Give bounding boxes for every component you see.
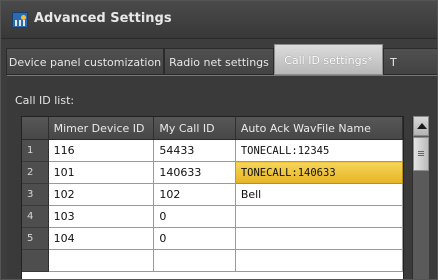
- wavfile-cell[interactable]: [235, 249, 403, 272]
- wavfile-cell-selected[interactable]: TONECALL:140633: [234, 161, 403, 184]
- row-number[interactable]: 1: [22, 139, 49, 162]
- call-id-cell[interactable]: 140633: [153, 161, 236, 184]
- wavfile-cell[interactable]: [235, 227, 403, 250]
- table-vertical-scrollbar[interactable]: [412, 116, 429, 279]
- call-id-cell[interactable]: [153, 249, 236, 272]
- column-header-device-id[interactable]: Mimer Device ID: [48, 117, 155, 140]
- table-row[interactable]: 4 103 0: [22, 205, 403, 228]
- call-id-table[interactable]: Mimer Device ID My Call ID Auto Ack WavF…: [21, 116, 404, 279]
- row-number[interactable]: 2: [22, 161, 49, 184]
- title-bar[interactable]: Advanced Settings: [1, 1, 437, 39]
- row-number[interactable]: [22, 249, 49, 272]
- tab-radio-net-settings[interactable]: Radio net settings: [164, 48, 274, 75]
- scroll-up-button[interactable]: [413, 116, 429, 136]
- row-number[interactable]: 5: [22, 227, 49, 250]
- call-id-list-label: Call ID list:: [15, 94, 75, 107]
- call-id-cell[interactable]: 0: [153, 227, 236, 250]
- arrow-up-icon: [417, 123, 427, 129]
- table-row[interactable]: 5 104 0: [22, 227, 403, 250]
- table-header-row: Mimer Device ID My Call ID Auto Ack WavF…: [22, 117, 403, 140]
- device-id-cell[interactable]: 116: [48, 139, 155, 162]
- table-row[interactable]: 3 102 102 Bell: [22, 183, 403, 206]
- row-number[interactable]: 4: [22, 205, 49, 228]
- device-id-cell[interactable]: 104: [48, 227, 155, 250]
- device-id-cell[interactable]: [48, 249, 155, 272]
- table-row[interactable]: 2 101 140633 TONECALL:140633: [22, 161, 403, 184]
- device-id-cell[interactable]: 102: [48, 183, 155, 206]
- window-title: Advanced Settings: [34, 11, 172, 26]
- grip-icon: [418, 151, 424, 157]
- wavfile-cell[interactable]: TONECALL:12345: [235, 139, 403, 162]
- column-header-wavfile[interactable]: Auto Ack WavFile Name: [235, 117, 403, 140]
- row-number[interactable]: 3: [22, 183, 49, 206]
- settings-window-icon: [12, 12, 28, 28]
- wavfile-cell[interactable]: Bell: [235, 183, 403, 206]
- device-id-cell[interactable]: 103: [48, 205, 155, 228]
- table-row[interactable]: [22, 249, 403, 272]
- table-row[interactable]: 1 116 54433 TONECALL:12345: [22, 139, 403, 162]
- advanced-settings-window: Advanced Settings Device panel customiza…: [0, 0, 438, 280]
- tab-strip: Device panel customization Radio net set…: [1, 44, 437, 75]
- call-id-cell[interactable]: 54433: [153, 139, 236, 162]
- call-id-cell[interactable]: 0: [153, 205, 236, 228]
- tab-overflow[interactable]: T: [383, 48, 437, 75]
- device-id-cell[interactable]: 101: [48, 161, 155, 184]
- row-number-header: [22, 117, 49, 140]
- call-id-cell[interactable]: 102: [153, 183, 236, 206]
- scroll-thumb[interactable]: [413, 137, 429, 171]
- tab-call-id-settings[interactable]: Call ID settings*: [274, 44, 383, 75]
- tab-device-panel-customization[interactable]: Device panel customization: [6, 48, 164, 75]
- wavfile-cell[interactable]: [235, 205, 403, 228]
- column-header-call-id[interactable]: My Call ID: [153, 117, 236, 140]
